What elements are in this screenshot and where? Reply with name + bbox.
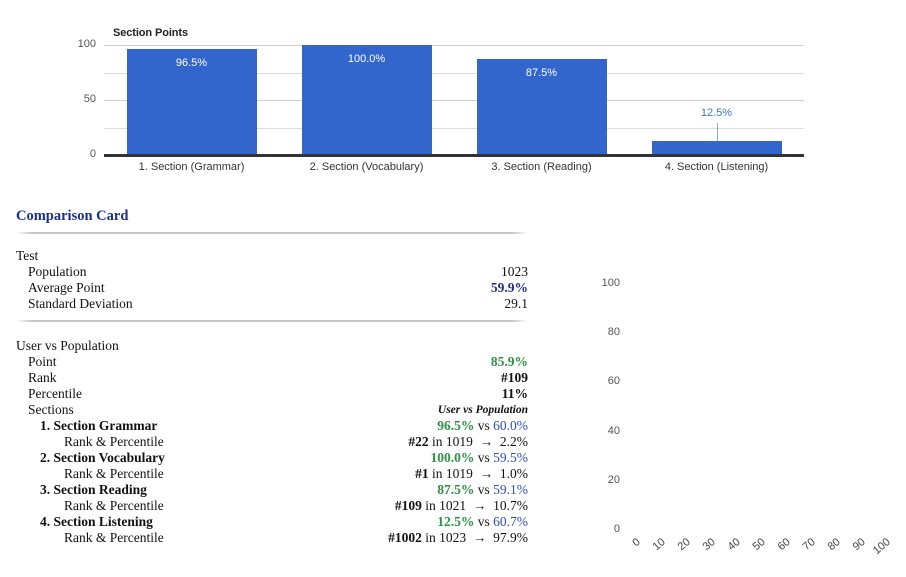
section-population-score: 60.0%	[493, 418, 528, 433]
row-standard-deviation: Standard Deviation 29.1	[28, 296, 528, 311]
section-points-x-tick: 4. Section (Listening)	[664, 161, 769, 173]
point-value: 85.9%	[490, 354, 528, 369]
histogram-y-tick: 40	[607, 424, 620, 437]
arrow-icon: →	[472, 434, 500, 449]
section-total: 1019	[445, 466, 473, 481]
report-page: Section Points 0 50 100 96.5% 1. Section (Gr…	[0, 0, 906, 577]
user-vs-population-group: User vs Population Point 85.9% Rank #109…	[16, 338, 528, 546]
section-user-score: 100.0%	[430, 450, 475, 465]
section-points-x-tick: 2. Section (Vocabulary)	[309, 161, 424, 173]
section-name: 2. Section Vocabulary	[40, 450, 165, 465]
section-vs-word: vs	[477, 482, 490, 497]
section-total: 1021	[439, 498, 467, 513]
divider-middle	[16, 320, 528, 322]
section-rank-percentile-row: Rank & Percentile #1002 in 1023 → 97.9%	[16, 530, 528, 546]
section-population-score: 59.1%	[493, 482, 528, 497]
section-rank: #1	[415, 466, 429, 481]
rank-percentile-label: Rank & Percentile	[64, 466, 164, 481]
section-percentile: 2.2%	[499, 434, 528, 449]
section-points-bar-label: 100.0%	[347, 53, 386, 65]
score-frequency-histogram: Score Frequency Histogram	[570, 250, 906, 577]
arrow-icon: →	[466, 530, 494, 545]
section-vs-word: vs	[477, 450, 490, 465]
section-vs-word: vs	[477, 514, 490, 529]
section-population-score: 59.5%	[493, 450, 528, 465]
section-points-y-tick: 0	[89, 148, 96, 160]
section-points-x-tick: 1. Section (Grammar)	[138, 161, 245, 173]
user-group-label: User vs Population	[16, 338, 119, 353]
histogram-y-tick: 20	[607, 473, 620, 486]
section-in-word: in	[425, 498, 436, 513]
section-user-score: 96.5%	[437, 418, 475, 433]
section-user-score: 12.5%	[437, 514, 475, 529]
arrow-icon: →	[466, 498, 494, 513]
section-points-y-tick: 50	[83, 93, 96, 105]
rank-value: #109	[501, 370, 528, 385]
row-percentile: Percentile 11%	[28, 386, 528, 401]
section-rank-percentile-row: Rank & Percentile #109 in 1021 → 10.7%	[16, 498, 528, 514]
section-user-score: 87.5%	[437, 482, 475, 497]
section-points-x-axis-line	[104, 154, 804, 157]
standard-deviation-value: 29.1	[504, 296, 528, 311]
section-in-word: in	[431, 466, 443, 481]
section-summary-row: 1. Section Grammar 96.5% vs 60.0%	[16, 418, 528, 434]
section-points-bar[interactable]	[651, 141, 782, 155]
section-percentile: 1.0%	[499, 466, 528, 481]
population-value: 1023	[501, 264, 528, 279]
section-in-word: in	[431, 434, 443, 449]
histogram-y-tick: 80	[607, 326, 620, 339]
section-summary-row: 2. Section Vocabulary 100.0% vs 59.5%	[16, 450, 528, 466]
sections-value-header: User vs Population	[437, 404, 528, 416]
section-points-bar-label: 87.5%	[525, 66, 558, 79]
section-points-y-tick: 100	[77, 38, 96, 50]
rank-percentile-label: Rank & Percentile	[64, 434, 164, 449]
average-point-value: 59.9%	[490, 280, 528, 295]
section-population-score: 60.7%	[493, 514, 528, 529]
section-name: 4. Section Listening	[40, 514, 153, 529]
section-points-gridline	[104, 45, 804, 46]
row-population: Population 1023	[28, 264, 528, 279]
section-name: 1. Section Grammar	[40, 418, 158, 433]
histogram-y-tick: 60	[607, 375, 620, 388]
histogram-y-tick: 0	[613, 523, 620, 535]
section-total: 1019	[445, 434, 473, 449]
rank-percentile-label: Rank & Percentile	[64, 530, 164, 545]
divider-top	[16, 232, 528, 234]
row-average-point: Average Point 59.9%	[28, 280, 528, 295]
histogram-y-tick: 100	[601, 277, 620, 289]
row-point: Point 85.9%	[28, 354, 528, 369]
sections-rows: 1. Section Grammar 96.5% vs 60.0% Rank & P…	[16, 418, 528, 546]
arrow-icon: →	[472, 466, 500, 481]
section-rank: #22	[408, 434, 429, 449]
section-points-leader-line	[716, 123, 718, 142]
section-rank: #1002	[388, 530, 422, 545]
section-in-word: in	[425, 530, 436, 545]
section-summary-row: 4. Section Listening 12.5% vs 60.7%	[16, 514, 528, 530]
section-points-bar-label: 12.5%	[700, 107, 733, 120]
section-total: 1023	[439, 530, 467, 545]
section-rank-percentile-row: Rank & Percentile #1 in 1019 → 1.0%	[16, 466, 528, 482]
section-points-bar-label: 96.5%	[175, 56, 208, 69]
section-summary-row: 3. Section Reading 87.5% vs 59.1%	[16, 482, 528, 498]
rank-percentile-label: Rank & Percentile	[64, 498, 164, 513]
comparison-card-title: Comparison Card	[16, 208, 129, 224]
section-points-chart-title: Section Points	[113, 27, 188, 39]
row-rank: Rank #109	[28, 370, 528, 385]
row-sections-header: Sections User vs Population	[28, 402, 528, 417]
section-rank: #109	[394, 498, 422, 513]
section-points-x-tick: 3. Section (Reading)	[491, 161, 592, 173]
test-group-label: Test	[16, 248, 39, 263]
section-points-chart: Section Points 0 50 100 96.5% 1. Section (Gr…	[0, 0, 906, 190]
section-rank-percentile-row: Rank & Percentile #22 in 1019 → 2.2%	[16, 434, 528, 450]
section-vs-word: vs	[477, 418, 490, 433]
percentile-value: 11%	[501, 386, 528, 401]
section-percentile: 10.7%	[493, 498, 528, 513]
test-stats-group: Test Population 1023 Average Point 59.9%…	[16, 248, 528, 312]
section-name: 3. Section Reading	[40, 482, 147, 497]
section-percentile: 97.9%	[493, 530, 528, 545]
